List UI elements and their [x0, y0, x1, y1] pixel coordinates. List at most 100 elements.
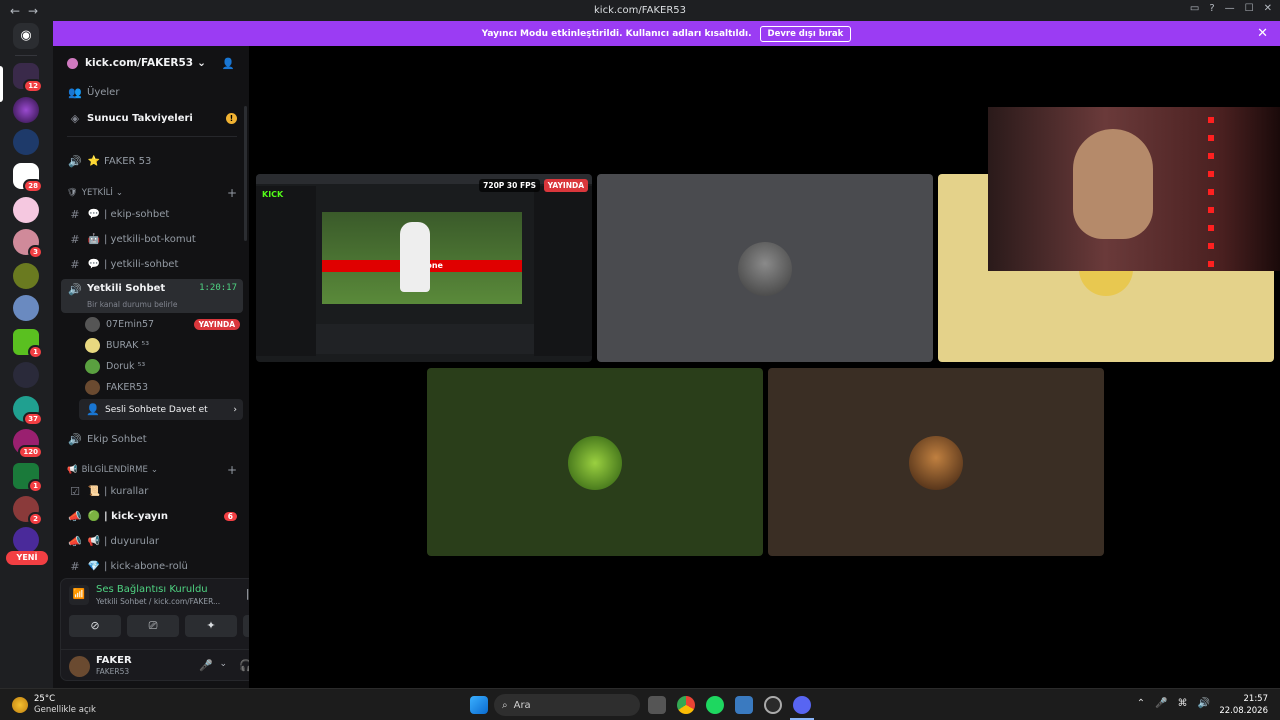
server-icon[interactable]: 12 — [13, 63, 43, 93]
server-icon[interactable]: 3 — [13, 229, 43, 259]
close-banner-icon[interactable]: ✕ — [1257, 26, 1268, 41]
new-badge[interactable]: YENİ — [6, 551, 48, 565]
search-icon: ⌕ — [502, 699, 508, 711]
signal-icon[interactable]: 📶 — [69, 585, 89, 605]
server-icon[interactable] — [13, 362, 39, 388]
participant-tile[interactable] — [427, 368, 763, 556]
voice-member[interactable]: Doruk ⁵³ — [85, 356, 240, 377]
category-bilgilendirme[interactable]: 📢 BİLGİLENDİRME ⌄ + — [67, 463, 237, 477]
voice-channel-faker53[interactable]: 🔊 ⭐ FAKER 53 — [61, 151, 243, 172]
channel-kurallar[interactable]: ☑ 📜 | kurallar — [61, 481, 243, 502]
voice-status-text[interactable]: Ses Bağlantısı Kuruldu — [96, 584, 208, 595]
network-icon[interactable]: ⌘ — [1178, 698, 1188, 709]
active-server-pill — [0, 66, 3, 102]
discord-icon[interactable] — [793, 696, 811, 714]
discord-home-icon[interactable]: ◉ — [13, 23, 39, 49]
green-circle-icon: 🟢 — [87, 511, 101, 522]
minimize-icon[interactable]: — — [1225, 3, 1235, 14]
voice-member[interactable]: FAKER53 — [85, 377, 240, 398]
stream-tile[interactable]: KICK vodafone 720P 30 FPS YAYINDA — [256, 174, 592, 362]
disable-streamer-mode-button[interactable]: Devre dışı bırak — [759, 25, 852, 42]
server-icon[interactable] — [13, 129, 39, 155]
webcam-overlay — [988, 107, 1280, 271]
task-view-icon[interactable] — [648, 696, 666, 714]
hash-icon: # — [70, 560, 80, 573]
chrome-icon[interactable] — [677, 696, 695, 714]
megaphone-icon: 📢 — [67, 465, 78, 475]
voice-channel-ekip-sohbet[interactable]: 🔊 Ekip Sohbet — [61, 429, 243, 450]
live-badge: YAYINDA — [193, 319, 240, 330]
server-icon[interactable] — [13, 295, 39, 321]
clock[interactable]: 21:57 22.08.2026 — [1219, 693, 1268, 717]
search-box[interactable]: ⌕ Ara — [494, 694, 640, 716]
diamond-icon: 💎 — [87, 561, 101, 572]
steam-icon[interactable] — [764, 696, 782, 714]
photos-icon[interactable] — [735, 696, 753, 714]
voice-stage: KICK vodafone 720P 30 FPS YAYINDA — [249, 46, 1280, 688]
server-icon[interactable]: 120 — [13, 429, 43, 459]
speaker-icon: 🔊 — [68, 155, 82, 168]
add-channel-icon[interactable]: + — [227, 463, 237, 477]
members-icon: 👥 — [68, 86, 82, 99]
server-icon[interactable]: 1 — [13, 463, 43, 493]
chevron-right-icon: › — [233, 404, 237, 415]
chevron-down-icon: ⌄ — [150, 465, 159, 475]
avatar[interactable] — [69, 656, 90, 677]
server-icon[interactable]: 2 — [13, 496, 43, 526]
server-icon[interactable] — [13, 263, 39, 289]
channel-yetkili-sohbet[interactable]: # 💬 | yetkili-sohbet — [61, 254, 243, 275]
channel-kick-yayin[interactable]: 📣 🟢 | kick-yayın 6 — [61, 506, 243, 527]
title-bar: ← → kick.com/FAKER53 ▭ ? — ☐ ✕ — [0, 0, 1280, 21]
sidebar-scrollbar[interactable] — [244, 106, 247, 241]
microphone-icon[interactable]: 🎤 — [1155, 698, 1167, 709]
chevron-down-icon[interactable]: ⌄ — [219, 659, 227, 669]
server-icon[interactable]: 37 — [13, 396, 43, 426]
invite-to-voice-button[interactable]: 👤 Sesli Sohbete Davet et › — [79, 399, 243, 420]
camera-off-button[interactable]: ⊘ — [69, 615, 121, 637]
invite-people-icon[interactable]: 👤 — [222, 57, 235, 70]
star-icon: ⭐ — [87, 156, 101, 167]
server-icon[interactable]: 28 — [13, 163, 43, 193]
activities-button[interactable]: ✦ — [185, 615, 237, 637]
voice-member[interactable]: BURAK ⁵³ — [85, 335, 240, 356]
server-boosts-link[interactable]: ◈ Sunucu Takviyeleri ! — [61, 108, 243, 129]
voice-member[interactable]: 07Emin57 YAYINDA — [85, 314, 240, 335]
window-url: kick.com/FAKER53 — [594, 5, 686, 16]
volume-icon[interactable]: 🔊 — [1198, 698, 1210, 709]
server-icon[interactable] — [13, 197, 39, 223]
speaker-icon: 🔊 — [68, 283, 82, 296]
server-icon[interactable] — [13, 97, 39, 123]
server-icon[interactable] — [13, 527, 39, 553]
chevron-up-icon[interactable]: ⌃ — [1137, 698, 1145, 709]
microphone-icon[interactable]: 🎤 — [199, 659, 213, 672]
boost-icon: ◈ — [70, 112, 80, 125]
start-icon[interactable] — [470, 696, 488, 714]
category-yetkili[interactable]: 🛡 YETKİLİ ⌄ + — [67, 186, 237, 200]
members-link[interactable]: 👥 Üyeler — [61, 82, 243, 103]
warning-icon: ! — [226, 113, 237, 124]
voice-channel-path[interactable]: Yetkili Sohbet / kick.com/FAKER... — [96, 597, 220, 606]
server-icon[interactable]: 1 — [13, 329, 43, 359]
user-name[interactable]: FAKER — [96, 655, 132, 666]
close-window-icon[interactable]: ✕ — [1264, 3, 1272, 14]
channel-ekip-sohbet[interactable]: # 💬 | ekip-sohbet — [61, 204, 243, 225]
participant-tile[interactable] — [597, 174, 933, 362]
participant-tile[interactable] — [768, 368, 1104, 556]
hash-icon: # — [70, 233, 80, 246]
channel-kick-abone-rolu[interactable]: # 💎 | kick-abone-rolü — [61, 556, 243, 577]
maximize-icon[interactable]: ☐ — [1245, 3, 1254, 14]
voice-channel-yetkili-sohbet[interactable]: 🔊 Yetkili Sohbet 1:20:17 Bir kanal durum… — [61, 279, 243, 313]
voice-timer: 1:20:17 — [199, 283, 237, 293]
voice-status-hint[interactable]: Bir kanal durumu belirle — [87, 300, 177, 309]
channel-yetkili-bot-komut[interactable]: # 🤖 | yetkili-bot-komut — [61, 229, 243, 250]
scroll-icon: 📜 — [87, 486, 101, 497]
add-channel-icon[interactable]: + — [227, 186, 237, 200]
spotify-icon[interactable] — [706, 696, 724, 714]
weather-widget[interactable]: 25°C Genellikle açık — [12, 694, 96, 716]
guild-header[interactable]: kick.com/FAKER53 ⌄ 👤 — [53, 46, 249, 80]
screen-share-button[interactable]: ⎚ — [127, 615, 179, 637]
help-icon[interactable]: ? — [1209, 3, 1214, 14]
inbox-icon[interactable]: ▭ — [1190, 3, 1199, 14]
rules-icon: ☑ — [70, 485, 80, 498]
channel-duyurular[interactable]: 📣 📢 | duyurular — [61, 531, 243, 552]
